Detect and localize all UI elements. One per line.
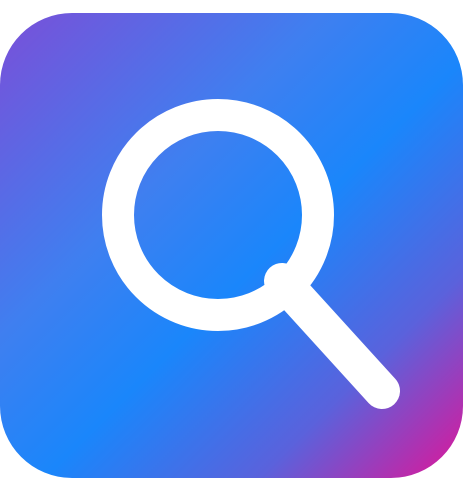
app-icon-graphic bbox=[0, 13, 463, 478]
search-app-icon[interactable] bbox=[0, 13, 463, 478]
tile-background bbox=[0, 13, 463, 478]
canvas bbox=[0, 0, 463, 491]
